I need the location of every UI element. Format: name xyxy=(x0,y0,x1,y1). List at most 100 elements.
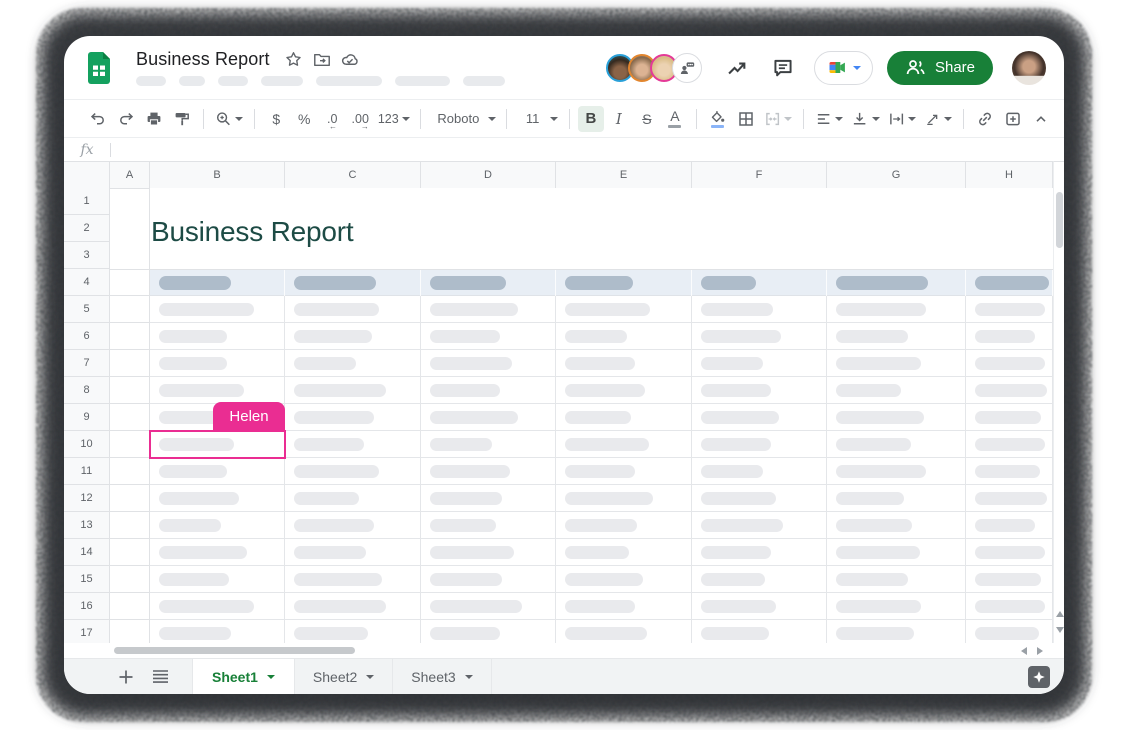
cell[interactable] xyxy=(556,270,692,296)
cell[interactable] xyxy=(285,323,421,350)
number-format-button[interactable]: 123 xyxy=(375,106,412,132)
cell[interactable] xyxy=(421,512,556,539)
cell[interactable] xyxy=(110,458,149,485)
cell[interactable] xyxy=(556,377,692,404)
row-header[interactable]: 10 xyxy=(64,431,110,458)
cell[interactable] xyxy=(110,296,149,323)
sheet-tab-sheet1[interactable]: Sheet1 xyxy=(192,659,295,694)
cell[interactable] xyxy=(150,350,285,377)
column-header[interactable]: A xyxy=(110,162,150,189)
row-header[interactable]: 4 xyxy=(64,269,110,296)
redo-button[interactable] xyxy=(113,106,139,132)
sheet-tab-sheet2[interactable]: Sheet2 xyxy=(295,659,393,694)
cell[interactable] xyxy=(285,404,421,431)
cell[interactable] xyxy=(150,323,285,350)
fill-color-button[interactable] xyxy=(705,106,731,132)
cell[interactable] xyxy=(827,296,966,323)
menu-item-pill[interactable] xyxy=(395,76,450,86)
cell[interactable] xyxy=(966,458,1053,485)
text-color-button[interactable]: A xyxy=(662,106,688,132)
cell[interactable] xyxy=(827,270,966,296)
cell[interactable] xyxy=(421,296,556,323)
cell[interactable] xyxy=(692,350,827,377)
row-header[interactable]: 11 xyxy=(64,458,110,485)
cell[interactable] xyxy=(110,512,149,539)
row-header[interactable]: 15 xyxy=(64,566,110,593)
cell[interactable] xyxy=(285,512,421,539)
cell[interactable] xyxy=(827,458,966,485)
cell[interactable] xyxy=(827,485,966,512)
row-header[interactable]: 17 xyxy=(64,620,110,643)
cell[interactable] xyxy=(110,377,149,404)
column-header[interactable]: B xyxy=(150,162,285,189)
present-icon[interactable] xyxy=(672,53,702,83)
vertical-align-button[interactable] xyxy=(848,106,882,132)
cell[interactable] xyxy=(421,270,556,296)
cell[interactable] xyxy=(285,620,421,643)
cell[interactable] xyxy=(556,566,692,593)
menu-item-pill[interactable] xyxy=(218,76,248,86)
row-header[interactable]: 16 xyxy=(64,593,110,620)
borders-button[interactable] xyxy=(733,106,759,132)
cell[interactable] xyxy=(556,593,692,620)
cell[interactable] xyxy=(110,593,149,620)
strikethrough-button[interactable]: S xyxy=(634,106,660,132)
cell[interactable] xyxy=(692,377,827,404)
format-currency-button[interactable]: $ xyxy=(263,106,289,132)
share-button[interactable]: Share xyxy=(887,51,993,85)
cell[interactable] xyxy=(421,404,556,431)
menu-item-pill[interactable] xyxy=(261,76,303,86)
zoom-button[interactable] xyxy=(212,106,246,132)
cell[interactable] xyxy=(150,458,285,485)
table-header-row[interactable] xyxy=(150,269,1053,296)
paint-format-button[interactable] xyxy=(169,106,195,132)
cell[interactable] xyxy=(692,620,827,643)
menu-item-pill[interactable] xyxy=(463,76,505,86)
add-comment-button[interactable] xyxy=(1000,106,1026,132)
cell[interactable] xyxy=(827,377,966,404)
cell[interactable] xyxy=(110,269,149,296)
cell[interactable] xyxy=(150,620,285,643)
cell[interactable] xyxy=(827,350,966,377)
cell[interactable] xyxy=(285,566,421,593)
row-header[interactable]: 1 xyxy=(64,188,110,215)
selected-cell-outline[interactable] xyxy=(149,430,286,459)
column-header[interactable]: C xyxy=(285,162,421,189)
cell[interactable] xyxy=(110,431,149,458)
cell[interactable] xyxy=(285,485,421,512)
bold-button[interactable]: B xyxy=(578,106,604,132)
cell[interactable] xyxy=(110,539,149,566)
cell[interactable] xyxy=(285,377,421,404)
cell[interactable] xyxy=(827,539,966,566)
cell[interactable] xyxy=(150,296,285,323)
cell[interactable] xyxy=(285,539,421,566)
cell[interactable] xyxy=(966,593,1053,620)
cell[interactable] xyxy=(966,350,1053,377)
column-header[interactable]: H xyxy=(966,162,1053,189)
cell[interactable] xyxy=(966,404,1053,431)
cell[interactable] xyxy=(966,485,1053,512)
cell[interactable] xyxy=(421,485,556,512)
document-title[interactable]: Business Report xyxy=(136,49,270,70)
merge-cells-button[interactable] xyxy=(761,106,795,132)
cell[interactable] xyxy=(827,431,966,458)
cell[interactable] xyxy=(150,270,285,296)
cell[interactable] xyxy=(110,323,149,350)
row-header[interactable]: 3 xyxy=(64,242,110,269)
cell[interactable] xyxy=(556,458,692,485)
cell[interactable] xyxy=(150,566,285,593)
cell[interactable] xyxy=(692,593,827,620)
cell[interactable] xyxy=(421,350,556,377)
cell[interactable] xyxy=(110,404,149,431)
column-header[interactable]: F xyxy=(692,162,827,189)
cell[interactable] xyxy=(692,431,827,458)
user-avatar[interactable] xyxy=(1012,51,1046,85)
cell[interactable] xyxy=(150,485,285,512)
cell[interactable] xyxy=(966,296,1053,323)
explore-button[interactable] xyxy=(1028,666,1050,688)
menu-item-pill[interactable] xyxy=(179,76,205,86)
meet-button[interactable] xyxy=(814,51,873,85)
text-rotation-button[interactable] xyxy=(921,106,955,132)
increase-decimal-button[interactable]: .00→ xyxy=(347,106,373,132)
cell[interactable] xyxy=(692,296,827,323)
